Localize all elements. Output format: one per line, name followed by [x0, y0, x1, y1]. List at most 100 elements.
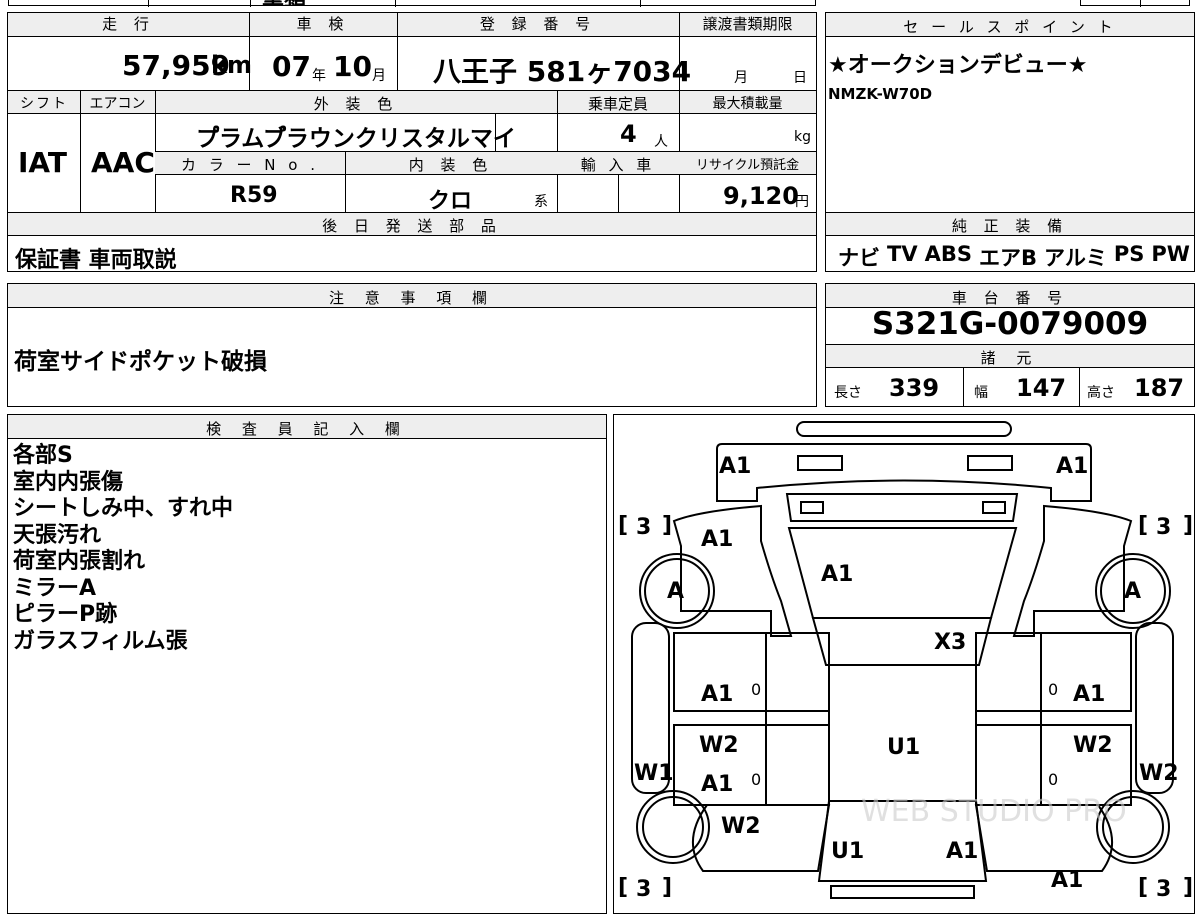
inspector-notes-list: 各部S 室内内張傷 シートしみ中、すれ中 天張汚れ 荷室内張割れ ミラーA ピラ… — [13, 443, 233, 655]
top-fragment-text: 書類 — [262, 0, 306, 6]
length-value: 339 — [889, 374, 940, 402]
rear-left-mark: A1 — [719, 454, 751, 479]
tire-bracket-rl: [ — [618, 513, 628, 538]
mileage-label: 走 行 — [8, 13, 249, 36]
tire-bracket-fl: ] — [662, 875, 672, 900]
inspection-year: 07 — [272, 50, 311, 83]
height-value: 187 — [1134, 374, 1185, 402]
mirror-right-mark: A — [1124, 579, 1141, 604]
tire-bracket-fl: [ — [618, 875, 628, 900]
inspection-label: 車 検 — [249, 13, 397, 36]
inspection-month: 10 — [333, 50, 372, 83]
equipment-pw: PW — [1151, 242, 1190, 266]
max-load-unit: kg — [794, 129, 811, 145]
inspector-label: 検 査 員 記 入 欄 — [206, 420, 408, 438]
rear-door-right-mark: A1 — [1073, 682, 1105, 707]
inspector-box: 検 査 員 記 入 欄 各部S 室内内張傷 シートしみ中、すれ中 天張汚れ 荷室… — [7, 414, 607, 914]
int-color-suffix: 系 — [534, 194, 548, 210]
tire-bracket-rr: [ — [1138, 513, 1148, 538]
rear-door-left-mark: A1 — [701, 682, 733, 707]
fender-left-mark: W2 — [721, 814, 761, 839]
equipment-airbag: エアB — [979, 246, 1038, 270]
capacity-label: 乗車定員 — [587, 95, 648, 113]
hood-a-mark: A1 — [946, 839, 978, 864]
inspector-note: ピラーP跡 — [13, 602, 118, 627]
sill-right-mark: W2 — [1139, 761, 1179, 786]
center-mark: U1 — [887, 735, 920, 760]
inspector-note: シートしみ中、すれ中 — [13, 496, 234, 521]
registration-label: 登 録 番 号 — [397, 13, 679, 36]
rear-quarter-left-mark: A1 — [701, 527, 733, 552]
notes-box: 注 意 事 項 欄 荷室サイドポケット破損 — [7, 283, 817, 407]
rear-right-mark: A1 — [1056, 454, 1088, 479]
height-label: 高さ — [1087, 385, 1115, 401]
notes-value: 荷室サイドポケット破損 — [14, 349, 267, 375]
width-label: 幅 — [974, 385, 988, 401]
recycle-label: リサイクル預託金 — [695, 158, 800, 173]
specs-label: 諸 元 — [980, 349, 1040, 367]
front-door-left-w-mark: W2 — [699, 733, 739, 758]
aircon-value: AAC — [91, 146, 155, 179]
front-door-right-w-mark: W2 — [1073, 733, 1113, 758]
ext-color-label: 外 装 色 — [313, 95, 399, 113]
sales-point-label: セ ー ル ス ポ イ ン ト — [903, 18, 1117, 36]
tire-rr-mark: 3 — [1156, 515, 1171, 540]
vehicle-info-box: 走 行 車 検 登 録 番 号 譲渡書類期限 57,959 km 07 年 10… — [7, 12, 817, 273]
import-label: 輸 入 車 — [580, 156, 656, 174]
later-parts-value: 保証書 車両取説 — [15, 248, 177, 273]
tire-bracket-rl: ] — [662, 513, 672, 538]
inspector-note: 天張汚れ — [13, 522, 102, 548]
tire-bracket-fr: ] — [1183, 875, 1193, 900]
equipment-tv: TV — [887, 242, 918, 266]
equipment-abs: ABS — [924, 242, 972, 266]
front-door-left-a-mark: A1 — [701, 772, 733, 797]
genuine-equipment-label: 純 正 装 備 — [951, 217, 1069, 235]
hood-u-mark: U1 — [831, 839, 864, 864]
front-door-right-zero: 0 — [1048, 770, 1058, 789]
int-color-value: クロ — [428, 189, 473, 214]
capacity-value: 4 — [620, 120, 637, 148]
recycle-unit: 円 — [795, 194, 809, 210]
later-parts-label: 後 日 発 送 部 品 — [322, 217, 502, 235]
tire-bracket-rr: ] — [1183, 513, 1193, 538]
inspection-year-unit: 年 — [312, 68, 326, 84]
tire-bracket-fr: [ — [1138, 875, 1148, 900]
rear-door-right-zero: 0 — [1048, 680, 1058, 699]
equipment-alloy: アルミ — [1044, 246, 1107, 270]
sales-point-1: ★オークションデビュー★ — [828, 53, 1088, 78]
notes-label: 注 意 事 項 欄 — [328, 289, 496, 307]
deadline-month-unit: 月 — [734, 70, 748, 86]
equipment-navi: ナビ — [838, 246, 880, 270]
front-right-mark: A1 — [1051, 868, 1083, 893]
length-label: 長さ — [834, 385, 862, 401]
recycle-value: 9,120 — [723, 182, 799, 210]
top-cutoff-row: 書類 — [0, 0, 1200, 8]
inspection-month-unit: 月 — [372, 68, 386, 84]
doc-deadline-label: 譲渡書類期限 — [679, 13, 816, 36]
inspector-note: 室内内張傷 — [13, 469, 124, 495]
car-damage-diagram: WEB STUDIO PRO [ ] [ ] [ ] [ ] 3 3 3 3 A… — [618, 421, 1193, 902]
watermark: WEB STUDIO PRO — [861, 794, 1127, 829]
front-door-left-zero: 0 — [751, 770, 761, 789]
width-value: 147 — [1016, 374, 1067, 402]
equipment-list: ナビ TV ABS エアB アルミ PS PW — [838, 242, 1190, 272]
shift-label: シフト — [20, 96, 68, 112]
sill-left-mark: W1 — [634, 761, 674, 786]
chassis-no-label: 車 台 番 号 — [951, 289, 1069, 307]
sales-point-2: NMZK-W70D — [828, 85, 933, 103]
ext-color-value: プ゚ラムブ゚ラウンクリスタルマイ — [196, 126, 516, 152]
color-no-label: カ ラ ー N o . — [180, 156, 319, 174]
inspector-note: 各部S — [13, 443, 73, 468]
registration-plate: 八王子 581ヶ7034 — [433, 55, 692, 88]
mirror-left-mark: A — [667, 579, 684, 604]
tire-fl-mark: 3 — [636, 877, 651, 902]
capacity-unit: 人 — [654, 134, 668, 150]
roof-mark: X3 — [934, 630, 966, 655]
int-color-label: 内 装 色 — [408, 156, 494, 174]
equipment-ps: PS — [1113, 242, 1145, 266]
max-load-label: 最大積載量 — [712, 96, 783, 112]
inspector-note: ガラスフィルム張 — [13, 628, 188, 654]
tire-rl-mark: 3 — [636, 515, 651, 540]
tire-fr-mark: 3 — [1156, 877, 1171, 902]
inspector-note: 荷室内張割れ — [13, 549, 146, 574]
